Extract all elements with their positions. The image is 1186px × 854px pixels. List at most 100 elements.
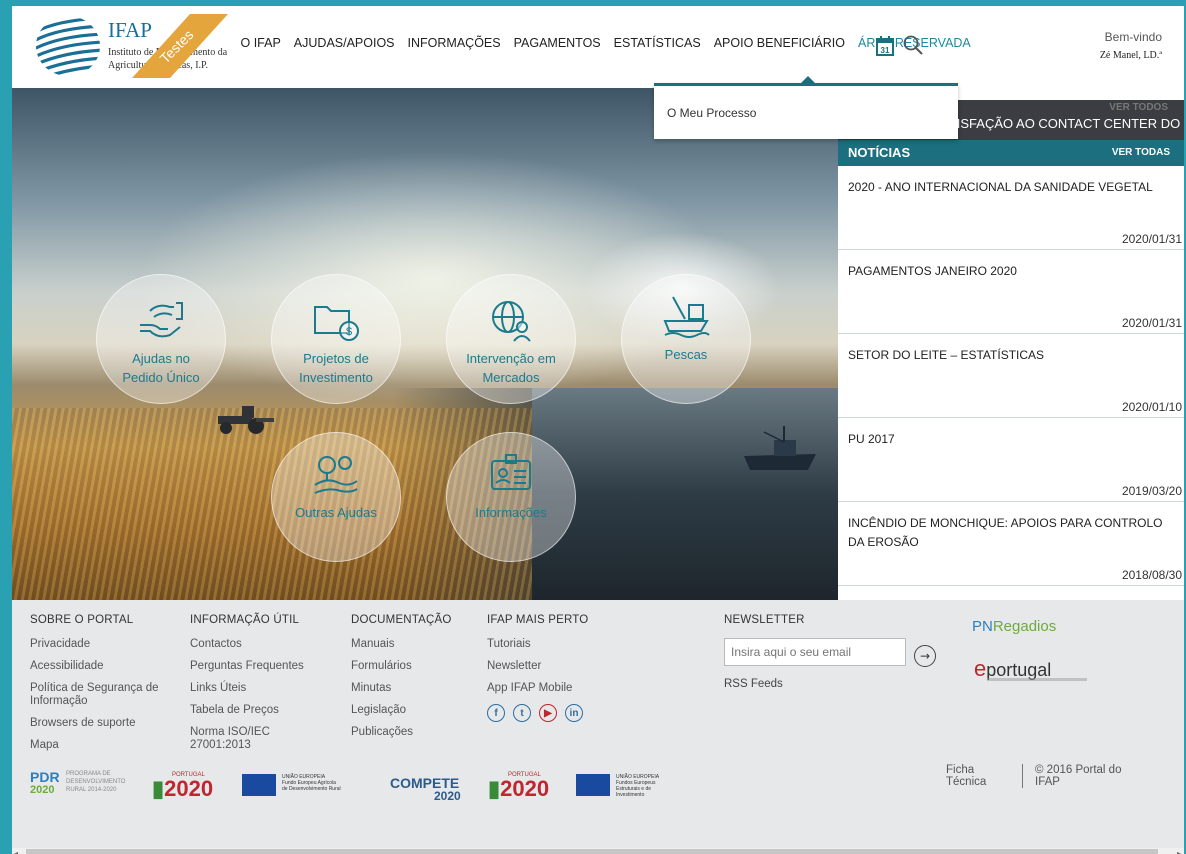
news-item-title: PU 2017	[848, 432, 895, 446]
footer-link[interactable]: Mapa	[30, 739, 180, 752]
inquiry-see-all[interactable]: VER TODOS	[1109, 102, 1168, 113]
scroll-left-icon[interactable]: ◂	[14, 849, 18, 854]
footer-link[interactable]: Política de Segurança de Informação	[30, 682, 180, 708]
tile-label: Projetos de Investimento	[299, 351, 373, 385]
nav-item-apoio-beneficiario[interactable]: APOIO BENEFICIÁRIO	[707, 36, 851, 50]
nav-item-ajudas[interactable]: AJUDAS/APOIOS	[287, 36, 401, 50]
svg-text:$: $	[346, 326, 352, 338]
footer-heading: SOBRE O PORTAL	[30, 614, 134, 626]
ifap-logo-mark-icon	[36, 16, 100, 76]
folder-money-icon: $	[314, 306, 359, 341]
scroll-right-icon[interactable]: ▸	[1177, 849, 1181, 854]
nav-item-o-ifap[interactable]: O IFAP	[234, 36, 287, 50]
footer-link[interactable]: Publicações	[351, 726, 471, 739]
news-item-title: INCÊNDIO DE MONCHIQUE: APOIOS PARA CONTR…	[848, 516, 1163, 549]
horizontal-scrollbar[interactable]: ◂ ▸	[12, 848, 1184, 854]
site-header: IFAP Instituto de Financiamento da Agric…	[12, 6, 1184, 88]
compete2020-logo[interactable]: COMPETE 2020	[390, 776, 461, 802]
news-item[interactable]: PU 2017 2019/03/20	[838, 418, 1184, 502]
footer-link[interactable]: Privacidade	[30, 638, 180, 651]
tile-ajudas-pedido-unico[interactable]: Ajudas no Pedido Único	[96, 274, 226, 404]
news-item[interactable]: 2020 - ANO INTERNACIONAL DA SANIDADE VEG…	[838, 166, 1184, 250]
news-item[interactable]: PAGAMENTOS JANEIRO 2020 2020/01/31	[838, 250, 1184, 334]
ifap-logo[interactable]: IFAP Instituto de Financiamento da Agric…	[34, 14, 234, 80]
inquiry-text[interactable]: ...TISFAÇÃO AO CONTACT CENTER DO I...	[938, 116, 1184, 131]
footer-col-perto: IFAP MAIS PERTO Tutoriais Newsletter App…	[487, 614, 627, 722]
newsletter-submit-arrow-icon[interactable]: →	[914, 645, 936, 667]
area-reservada-dropdown: O Meu Processo	[654, 83, 958, 139]
newsletter-email-input[interactable]	[724, 638, 906, 666]
footer-link[interactable]: Legislação	[351, 704, 471, 717]
rss-feeds-link[interactable]: RSS Feeds	[724, 678, 944, 690]
twitter-icon[interactable]: t	[513, 704, 531, 722]
news-item-date: 2020/01/31	[1121, 316, 1182, 330]
tractor-image	[218, 406, 274, 434]
pdr2020-logo[interactable]: PDR 2020 PROGRAMA DE DESENVOLVIMENTO RUR…	[30, 770, 140, 796]
welcome-user: Zé Manel, LD.ª	[1099, 50, 1162, 61]
nav-item-estatisticas[interactable]: ESTATÍSTICAS	[607, 36, 707, 50]
calendar-icon[interactable]: 31	[876, 36, 894, 56]
tile-intervencao-mercados[interactable]: Intervenção em Mercados	[446, 274, 576, 404]
footer-link[interactable]: Contactos	[190, 638, 320, 651]
tile-projetos-investimento[interactable]: $ Projetos de Investimento	[271, 274, 401, 404]
footer-link[interactable]: Tutoriais	[487, 638, 627, 651]
footer-heading: INFORMAÇÃO ÚTIL	[190, 614, 300, 626]
pnregadios-logo[interactable]: PNRegadios	[972, 618, 1056, 635]
tile-label: Ajudas no Pedido Único	[122, 351, 200, 385]
dropdown-caret	[801, 76, 815, 83]
scrollbar-thumb[interactable]	[26, 849, 1158, 854]
footer-link[interactable]: Minutas	[351, 682, 471, 695]
footer-link[interactable]: Tabela de Preços	[190, 704, 320, 717]
globe-person-icon	[492, 301, 531, 342]
news-item[interactable]: INCÊNDIO DE MONCHIQUE: APOIOS PARA CONTR…	[838, 502, 1184, 586]
youtube-icon[interactable]: ▶	[539, 704, 557, 722]
portugal2020-logo-2[interactable]: PORTUGAL ▮2020	[488, 772, 549, 800]
linkedin-icon[interactable]: in	[565, 704, 583, 722]
footer-link[interactable]: Norma ISO/IEC 27001:2013	[190, 726, 280, 752]
tile-informacoes[interactable]: Informações	[446, 432, 576, 562]
tile-label: Informações	[475, 505, 547, 520]
funding-logos: PDR 2020 PROGRAMA DE DESENVOLVIMENTO RUR…	[30, 769, 660, 803]
footer-link[interactable]: Newsletter	[487, 660, 627, 673]
tile-pescas[interactable]: Pescas	[621, 274, 751, 404]
nav-item-informacoes[interactable]: INFORMAÇÕES	[401, 36, 507, 50]
footer-link[interactable]: Browsers de suporte	[30, 717, 180, 730]
news-item-date: 2020/01/31	[1121, 232, 1182, 246]
user-welcome[interactable]: Bem-vindo Zé Manel, LD.ª	[1100, 30, 1162, 61]
footer-heading: DOCUMENTAÇÃO	[351, 614, 452, 626]
news-panel: VER TODOS ...TISFAÇÃO AO CONTACT CENTER …	[838, 88, 1184, 600]
footer-link[interactable]: Links Úteis	[190, 682, 320, 695]
news-item[interactable]: SETOR DO LEITE – ESTATÍSTICAS 2020/01/10	[838, 334, 1184, 418]
portugal2020-logo[interactable]: PORTUGAL ▮2020	[152, 772, 213, 800]
footer-link[interactable]: Manuais	[351, 638, 471, 651]
footer-link[interactable]: Perguntas Frequentes	[190, 660, 320, 673]
dropdown-item-meu-processo[interactable]: O Meu Processo	[667, 106, 756, 120]
tile-outras-ajudas[interactable]: Outras Ajudas	[271, 432, 401, 562]
main-nav: O IFAP AJUDAS/APOIOS INFORMAÇÕES PAGAMEN…	[234, 36, 977, 50]
ficha-tecnica-link[interactable]: Ficha Técnica	[946, 764, 1006, 788]
tile-label: Outras Ajudas	[295, 505, 377, 520]
news-item-date: 2018/08/30	[1121, 568, 1182, 582]
news-header: NOTÍCIAS VER TODAS	[838, 140, 1184, 166]
news-item-title: SETOR DO LEITE – ESTATÍSTICAS	[848, 348, 1045, 362]
facebook-icon[interactable]: f	[487, 704, 505, 722]
news-see-all[interactable]: VER TODAS	[1112, 147, 1170, 158]
browser-frame: IFAP Instituto de Financiamento da Agric…	[0, 0, 1186, 854]
footer-link[interactable]: App IFAP Mobile	[487, 682, 627, 695]
nav-item-pagamentos[interactable]: PAGAMENTOS	[507, 36, 607, 50]
footer-col-docs: DOCUMENTAÇÃO Manuais Formulários Minutas…	[351, 614, 471, 748]
landscape-tree-icon	[314, 456, 358, 494]
hero-sea	[532, 388, 838, 600]
news-item-title: PAGAMENTOS JANEIRO 2020	[848, 264, 1017, 278]
news-list: 2020 - ANO INTERNACIONAL DA SANIDADE VEG…	[838, 166, 1184, 586]
news-item-date: 2020/01/10	[1121, 400, 1182, 414]
footer-link[interactable]: Acessibilidade	[30, 660, 180, 673]
search-icon[interactable]	[902, 34, 924, 56]
fishing-boat-icon	[663, 296, 710, 338]
news-title: NOTÍCIAS	[848, 145, 911, 160]
news-item-date: 2019/03/20	[1121, 484, 1182, 498]
footer-link[interactable]: Formulários	[351, 660, 471, 673]
welcome-label: Bem-vindo	[1104, 30, 1162, 44]
footer-col-sobre: SOBRE O PORTAL Privacidade Acessibilidad…	[30, 614, 180, 761]
footer-heading: IFAP MAIS PERTO	[487, 614, 589, 626]
